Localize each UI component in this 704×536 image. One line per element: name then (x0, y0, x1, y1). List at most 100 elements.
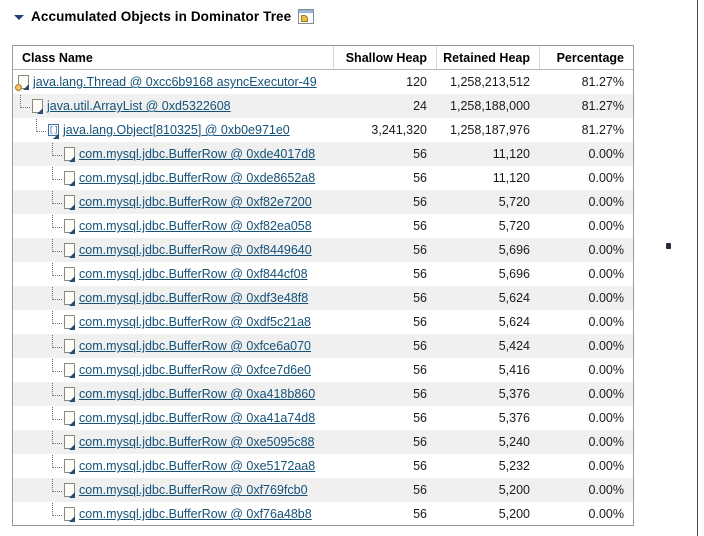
tree-connector-icon (18, 94, 32, 116)
cell-shallow-heap: 56 (413, 435, 427, 449)
class-name-link[interactable]: com.mysql.jdbc.BufferRow @ 0xa41a74d8 (79, 411, 315, 425)
window-right-margin (698, 0, 704, 536)
cell-retained-heap: 5,624 (498, 291, 530, 305)
cell-retained-heap: 5,200 (498, 507, 530, 521)
cell-percentage: 0.00% (588, 411, 624, 425)
cell-percentage: 0.00% (588, 315, 624, 329)
cell-retained-heap: 5,240 (498, 435, 530, 449)
class-name-link[interactable]: com.mysql.jdbc.BufferRow @ 0xde8652a8 (79, 171, 315, 185)
cell-retained-heap: 5,696 (498, 243, 530, 257)
cell-retained-heap: 5,376 (498, 411, 530, 425)
cell-shallow-heap: 56 (413, 267, 427, 281)
tree-connector-icon (50, 238, 64, 260)
class-name-link[interactable]: java.util.ArrayList @ 0xd5322608 (47, 99, 231, 113)
class-name-link[interactable]: com.mysql.jdbc.BufferRow @ 0xf844cf08 (79, 267, 308, 281)
cell-shallow-heap: 56 (413, 315, 427, 329)
table-header-row: Class Name Shallow Heap Retained Heap Pe… (13, 46, 633, 70)
table-row[interactable]: java.util.ArrayList @ 0xd5322608 24 1,258,… (13, 94, 633, 118)
tree-connector-icon (50, 142, 64, 164)
class-name-link[interactable]: com.mysql.jdbc.BufferRow @ 0xf76a48b8 (79, 507, 312, 521)
class-name-link[interactable]: com.mysql.jdbc.BufferRow @ 0xfce7d6e0 (79, 363, 311, 377)
cell-class-name: com.mysql.jdbc.BufferRow @ 0xde8652a8 (13, 166, 333, 190)
column-header-shallow-heap[interactable]: Shallow Heap (333, 46, 436, 69)
table-row[interactable]: com.mysql.jdbc.BufferRow @ 0xa418b860 56 5… (13, 382, 633, 406)
table-row[interactable]: com.mysql.jdbc.BufferRow @ 0xa41a74d8 56 5… (13, 406, 633, 430)
table-row[interactable]: com.mysql.jdbc.BufferRow @ 0xe5172aa8 56 5… (13, 454, 633, 478)
table-row[interactable]: com.mysql.jdbc.BufferRow @ 0xde8652a8 56 1… (13, 166, 633, 190)
cell-percentage: 0.00% (588, 171, 624, 185)
tree-connector-icon (50, 334, 64, 356)
table-row[interactable]: [] java.lang.Object[810325] @ 0xb0e971e0 3… (13, 118, 633, 142)
class-name-link[interactable]: com.mysql.jdbc.BufferRow @ 0xdf5c21a8 (79, 315, 311, 329)
cell-class-name: com.mysql.jdbc.BufferRow @ 0xdf5c21a8 (13, 310, 333, 334)
table-row[interactable]: com.mysql.jdbc.BufferRow @ 0xfce6a070 56 5… (13, 334, 633, 358)
object-icon (64, 458, 77, 474)
tree-connector-icon (50, 454, 64, 476)
table-row[interactable]: com.mysql.jdbc.BufferRow @ 0xdf5c21a8 56 5… (13, 310, 633, 334)
tree-connector-icon (50, 166, 64, 188)
cell-class-name: com.mysql.jdbc.BufferRow @ 0xe5095c88 (13, 430, 333, 454)
cell-retained-heap: 5,624 (498, 315, 530, 329)
table-row[interactable]: com.mysql.jdbc.BufferRow @ 0xf76a48b8 56 5… (13, 502, 633, 525)
cell-shallow-heap: 56 (413, 507, 427, 521)
table-row[interactable]: com.mysql.jdbc.BufferRow @ 0xf769fcb0 56 5… (13, 478, 633, 502)
object-icon (64, 362, 77, 378)
cell-shallow-heap: 56 (413, 459, 427, 473)
class-name-link[interactable]: com.mysql.jdbc.BufferRow @ 0xde4017d8 (79, 147, 315, 161)
window-panel-icon[interactable] (298, 9, 315, 24)
object-icon (64, 170, 77, 186)
cell-percentage: 0.00% (588, 387, 624, 401)
cell-class-name: com.mysql.jdbc.BufferRow @ 0xa41a74d8 (13, 406, 333, 430)
cell-percentage: 0.00% (588, 483, 624, 497)
cell-class-name: com.mysql.jdbc.BufferRow @ 0xf76a48b8 (13, 502, 333, 525)
object-icon (64, 314, 77, 330)
class-name-link[interactable]: com.mysql.jdbc.BufferRow @ 0xa418b860 (79, 387, 315, 401)
table-row[interactable]: com.mysql.jdbc.BufferRow @ 0xde4017d8 56 1… (13, 142, 633, 166)
class-name-link[interactable]: com.mysql.jdbc.BufferRow @ 0xf82ea058 (79, 219, 312, 233)
class-name-link[interactable]: com.mysql.jdbc.BufferRow @ 0xfce6a070 (79, 339, 311, 353)
table-row[interactable]: com.mysql.jdbc.BufferRow @ 0xf8449640 56 5… (13, 238, 633, 262)
class-name-link[interactable]: com.mysql.jdbc.BufferRow @ 0xf82e7200 (79, 195, 312, 209)
cell-shallow-heap: 56 (413, 147, 427, 161)
cell-class-name: com.mysql.jdbc.BufferRow @ 0xf844cf08 (13, 262, 333, 286)
class-name-link[interactable]: com.mysql.jdbc.BufferRow @ 0xf769fcb0 (79, 483, 308, 497)
table-row[interactable]: com.mysql.jdbc.BufferRow @ 0xf82ea058 56 5… (13, 214, 633, 238)
cell-shallow-heap: 56 (413, 411, 427, 425)
cell-class-name: com.mysql.jdbc.BufferRow @ 0xfce7d6e0 (13, 358, 333, 382)
object-icon (64, 338, 77, 354)
column-header-class-name[interactable]: Class Name (13, 46, 333, 69)
object-icon (64, 482, 77, 498)
tree-connector-icon (50, 286, 64, 308)
object-icon (64, 410, 77, 426)
cell-class-name: com.mysql.jdbc.BufferRow @ 0xde4017d8 (13, 142, 333, 166)
chevron-down-icon[interactable] (12, 10, 26, 24)
cell-percentage: 81.27% (581, 99, 624, 113)
table-row[interactable]: com.mysql.jdbc.BufferRow @ 0xdf3e48f8 56 5… (13, 286, 633, 310)
cell-class-name: java.lang.Thread @ 0xcc6b9168 asyncExecu… (13, 70, 333, 94)
cell-percentage: 0.00% (588, 291, 624, 305)
cell-shallow-heap: 56 (413, 219, 427, 233)
object-icon (64, 218, 77, 234)
class-name-link[interactable]: com.mysql.jdbc.BufferRow @ 0xe5095c88 (79, 435, 315, 449)
column-header-retained-heap[interactable]: Retained Heap (436, 46, 539, 69)
cell-retained-heap: 1,258,188,000 (450, 99, 530, 113)
table-row[interactable]: java.lang.Thread @ 0xcc6b9168 asyncExecu… (13, 70, 633, 94)
cell-retained-heap: 5,416 (498, 363, 530, 377)
table-row[interactable]: com.mysql.jdbc.BufferRow @ 0xe5095c88 56 5… (13, 430, 633, 454)
class-name-link[interactable]: java.lang.Thread @ 0xcc6b9168 asyncExecu… (33, 75, 317, 89)
object-icon (64, 386, 77, 402)
class-name-link[interactable]: java.lang.Object[810325] @ 0xb0e971e0 (63, 123, 290, 137)
cell-retained-heap: 11,120 (492, 171, 530, 185)
table-row[interactable]: com.mysql.jdbc.BufferRow @ 0xfce7d6e0 56 5… (13, 358, 633, 382)
object-icon (64, 506, 77, 522)
cell-percentage: 0.00% (588, 459, 624, 473)
cell-retained-heap: 5,232 (498, 459, 530, 473)
column-header-percentage[interactable]: Percentage (539, 46, 633, 69)
class-name-link[interactable]: com.mysql.jdbc.BufferRow @ 0xf8449640 (79, 243, 312, 257)
table-row[interactable]: com.mysql.jdbc.BufferRow @ 0xf82e7200 56 5… (13, 190, 633, 214)
class-name-link[interactable]: com.mysql.jdbc.BufferRow @ 0xdf3e48f8 (79, 291, 308, 305)
table-row[interactable]: com.mysql.jdbc.BufferRow @ 0xf844cf08 56 5… (13, 262, 633, 286)
cell-shallow-heap: 56 (413, 291, 427, 305)
class-name-link[interactable]: com.mysql.jdbc.BufferRow @ 0xe5172aa8 (79, 459, 315, 473)
cell-class-name: com.mysql.jdbc.BufferRow @ 0xf82ea058 (13, 214, 333, 238)
